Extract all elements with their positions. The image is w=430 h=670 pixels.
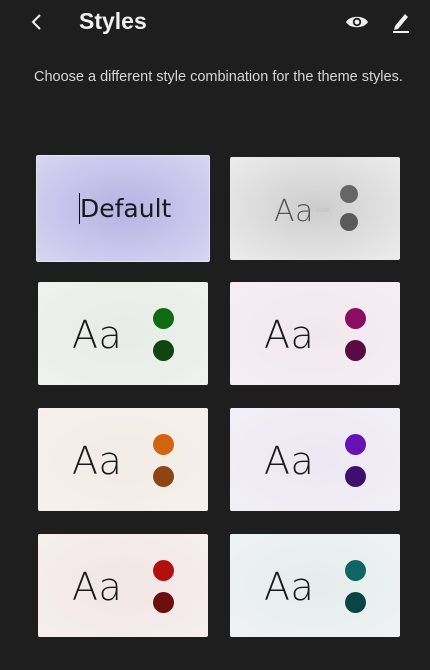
style-color-swatch [345,592,366,613]
style-card[interactable]: Aa [38,408,208,511]
style-card-default[interactable]: Default [34,153,212,264]
style-hint-text: Inde [316,207,330,214]
preview-button[interactable] [344,12,370,32]
chevron-left-icon [31,14,41,30]
back-button[interactable] [28,11,46,33]
style-card-label: Default [80,194,172,223]
style-card[interactable]: Aa [230,408,400,511]
text-caret [79,193,80,224]
edit-button[interactable] [390,10,412,34]
style-color-swatch [153,466,174,487]
page-title: Styles [79,8,147,34]
style-sample-text: Aa [72,313,123,357]
style-color-swatch [153,434,174,455]
style-color-swatch [153,340,174,361]
style-color-swatch [340,213,358,231]
style-sample-text: Aa [72,439,123,483]
header-bar: Styles [0,0,430,46]
style-color-swatch [340,185,358,203]
style-color-swatch [345,308,366,329]
style-card[interactable]: Aa [230,282,400,385]
style-card[interactable]: Aa [38,282,208,385]
style-color-swatch [153,308,174,329]
style-sample-text: Aa [264,313,315,357]
style-sample-text: Aa [72,565,123,609]
style-card[interactable]: Aa Inde [230,157,400,260]
style-color-swatch [345,340,366,361]
style-card[interactable]: Aa [38,534,208,637]
style-color-swatch [345,466,366,487]
style-color-swatch [345,560,366,581]
style-color-swatch [153,592,174,613]
eye-icon [346,16,368,28]
pencil-icon [393,14,409,33]
description-text: Choose a different style combination for… [34,69,403,85]
style-sample-text: Aa [264,565,315,609]
style-color-swatch [345,434,366,455]
style-sample-text: Aa [264,439,315,483]
style-card[interactable]: Aa [230,534,400,637]
style-color-swatch [153,560,174,581]
style-sample-text: Aa [274,194,314,229]
